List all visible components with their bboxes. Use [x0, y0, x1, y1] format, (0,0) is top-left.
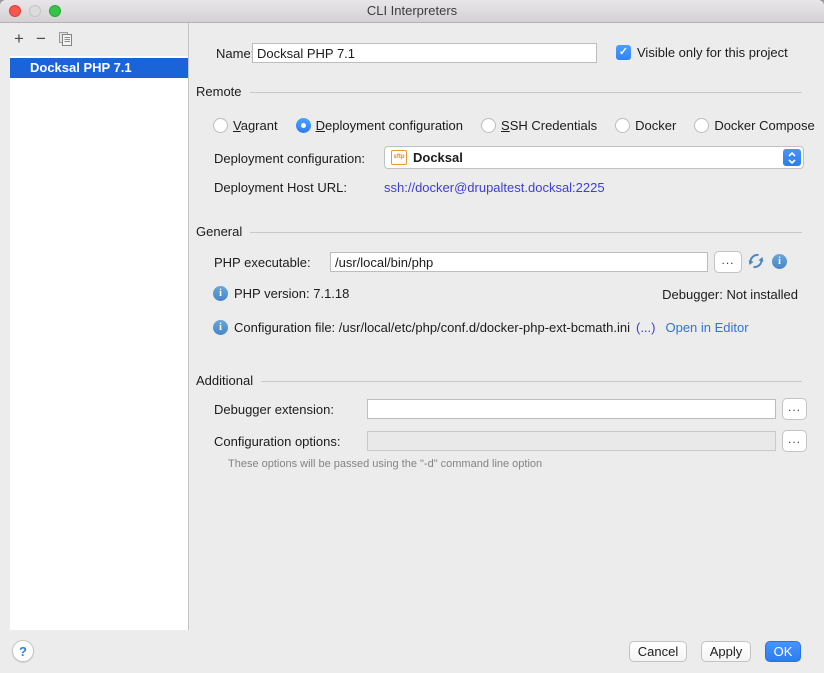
section-divider: [250, 92, 802, 93]
radio-deployment-configuration[interactable]: Deployment configuration: [296, 118, 463, 133]
deployment-configuration-select[interactable]: sftp Docksal: [384, 146, 804, 169]
radio-circle-icon: [213, 118, 228, 133]
info-icon: i: [213, 320, 228, 335]
radio-docker[interactable]: Docker: [615, 118, 676, 133]
deployment-host-url-label: Deployment Host URL:: [214, 180, 347, 195]
radio-vagrant[interactable]: Vagrant: [213, 118, 278, 133]
sftp-server-icon: sftp: [391, 150, 407, 165]
debugger-extension-browse-button[interactable]: ...: [782, 398, 807, 420]
copy-pages-icon: [58, 31, 73, 47]
additional-section-header: Additional: [196, 373, 802, 388]
reload-phpinfo-icon[interactable]: [743, 248, 768, 273]
add-interpreter-button[interactable]: +: [14, 30, 24, 48]
interpreter-list: Docksal PHP 7.1: [10, 56, 188, 630]
section-divider: [261, 381, 802, 382]
radio-circle-icon: [694, 118, 709, 133]
debugger-extension-input[interactable]: [367, 399, 776, 419]
radio-ssh-credentials[interactable]: SSH Credentials: [481, 118, 597, 133]
radio-circle-icon: [481, 118, 496, 133]
ok-button[interactable]: OK: [765, 641, 801, 662]
info-icon: i: [213, 286, 228, 301]
deployment-configuration-value: Docksal: [413, 150, 463, 165]
php-version-text: PHP version: 7.1.18: [234, 286, 349, 301]
radio-circle-icon: [615, 118, 630, 133]
debugger-status-text: Debugger: Not installed: [662, 287, 798, 302]
interpreter-list-item[interactable]: Docksal PHP 7.1: [10, 58, 188, 78]
apply-button[interactable]: Apply: [701, 641, 751, 662]
general-section-label: General: [196, 224, 242, 239]
show-phpinfo-icon[interactable]: i: [772, 254, 787, 269]
name-input[interactable]: [252, 43, 597, 63]
radio-docker-compose[interactable]: Docker Compose: [694, 118, 814, 133]
remote-section-label: Remote: [196, 84, 242, 99]
sidebar-toolbar: + −: [14, 29, 73, 49]
remove-interpreter-button[interactable]: −: [36, 30, 46, 48]
cli-interpreters-dialog: CLI Interpreters + − Docksal PHP 7.1 Nam…: [0, 0, 824, 673]
popup-stepper-icon: [783, 149, 801, 166]
php-executable-input[interactable]: [330, 252, 708, 272]
duplicate-interpreter-icon[interactable]: [58, 31, 73, 47]
php-executable-browse-button[interactable]: ...: [714, 251, 742, 273]
remote-section-header: Remote: [196, 84, 802, 99]
configuration-options-hint: These options will be passed using the "…: [228, 458, 542, 470]
window-title: CLI Interpreters: [0, 3, 824, 18]
interpreters-sidebar: + − Docksal PHP 7.1: [0, 23, 189, 630]
cancel-button[interactable]: Cancel: [629, 641, 687, 662]
help-button[interactable]: ?: [12, 640, 34, 662]
configuration-options-label: Configuration options:: [214, 434, 340, 449]
debugger-extension-label: Debugger extension:: [214, 402, 334, 417]
remote-type-radio-group: Vagrant Deployment configuration SSH Cre…: [213, 118, 824, 133]
section-divider: [250, 232, 802, 233]
titlebar: CLI Interpreters: [0, 0, 824, 23]
deployment-configuration-label: Deployment configuration:: [214, 151, 365, 166]
general-section-header: General: [196, 224, 802, 239]
visible-only-checkbox-label: Visible only for this project: [637, 45, 788, 60]
name-label: Name:: [216, 46, 254, 61]
visible-only-checkbox[interactable]: ✓: [616, 45, 631, 60]
radio-selected-icon: [296, 118, 311, 133]
additional-section-label: Additional: [196, 373, 253, 388]
configuration-options-browse-button[interactable]: ...: [782, 430, 807, 452]
deployment-host-url-link[interactable]: ssh://docker@drupaltest.docksal:2225: [384, 180, 605, 195]
open-in-editor-link[interactable]: Open in Editor: [665, 320, 748, 335]
configuration-options-input[interactable]: [367, 431, 776, 451]
php-executable-label: PHP executable:: [214, 255, 311, 270]
configuration-file-more-link[interactable]: (...): [636, 320, 656, 335]
configuration-file-text: Configuration file: /usr/local/etc/php/c…: [234, 320, 630, 335]
